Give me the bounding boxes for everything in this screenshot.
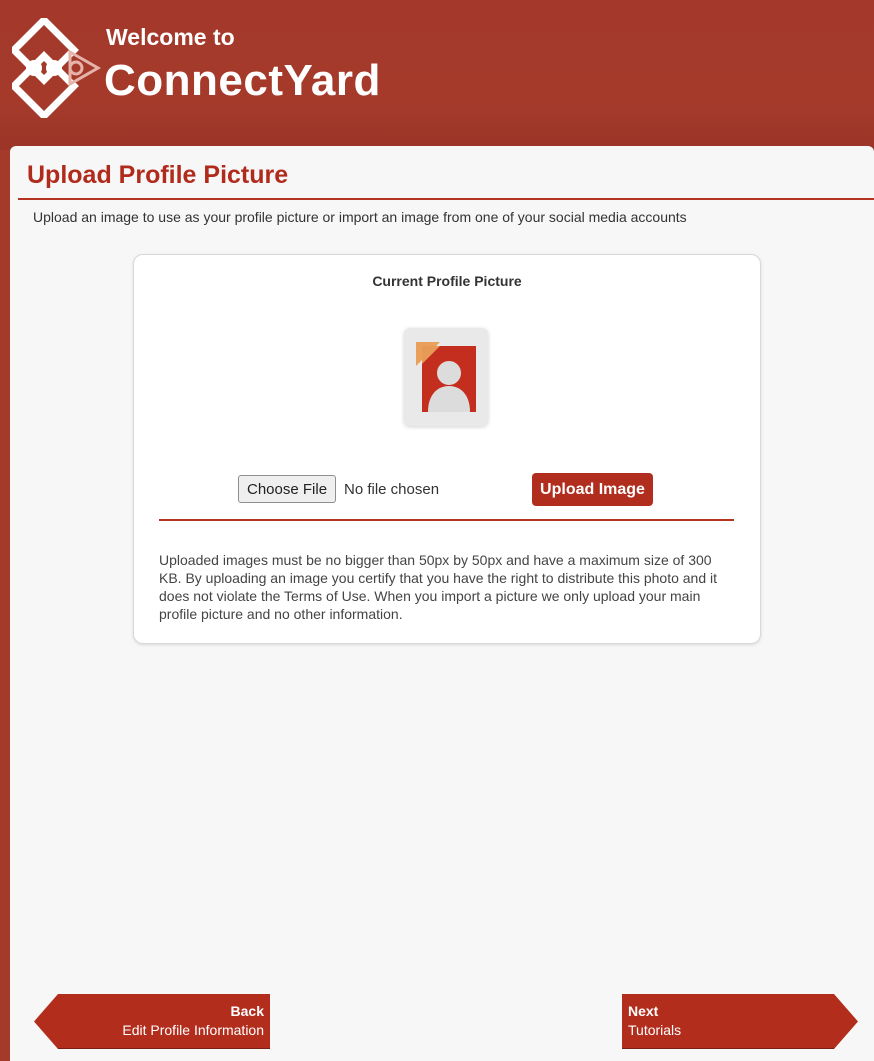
welcome-text: Welcome to xyxy=(106,24,235,50)
page-title: Upload Profile Picture xyxy=(27,161,289,189)
next-title: Next xyxy=(628,1003,659,1019)
upload-disclaimer: Uploaded images must be no bigger than 5… xyxy=(159,552,718,622)
next-button[interactable]: Next Tutorials xyxy=(622,994,858,1049)
brand-name: ConnectYard xyxy=(104,56,381,105)
diamond-logo-icon xyxy=(12,18,102,118)
upload-image-button[interactable]: Upload Image xyxy=(532,473,653,506)
choose-file-button[interactable]: Choose File xyxy=(238,475,337,503)
back-label: Back Edit Profile Information xyxy=(122,1002,264,1040)
next-label: Next Tutorials xyxy=(628,1002,681,1040)
avatar xyxy=(404,328,488,426)
back-title: Back xyxy=(230,1003,264,1019)
content-panel: Upload Profile Picture Upload an image t… xyxy=(10,146,874,1061)
back-subtitle: Edit Profile Information xyxy=(122,1022,264,1038)
page-intro: Upload an image to use as your profile p… xyxy=(33,209,687,225)
profile-picture-card: Current Profile Picture Choose File No f… xyxy=(133,254,761,644)
back-button[interactable]: Back Edit Profile Information xyxy=(34,994,270,1049)
file-status: No file chosen xyxy=(344,481,440,498)
app-header: Welcome to ConnectYard xyxy=(0,0,874,150)
next-subtitle: Tutorials xyxy=(628,1022,682,1038)
title-divider xyxy=(18,198,874,200)
card-divider xyxy=(159,519,734,521)
card-heading: Current Profile Picture xyxy=(372,273,522,289)
default-avatar-icon xyxy=(416,342,476,412)
